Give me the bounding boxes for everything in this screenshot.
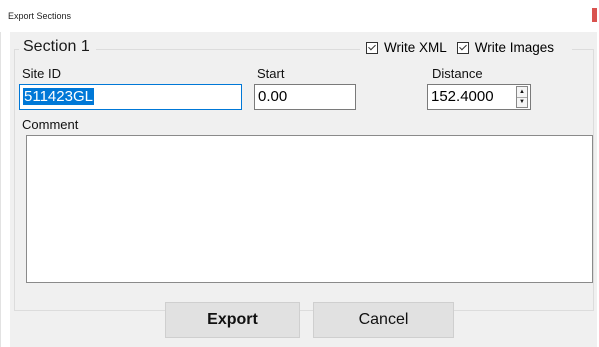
checkbox-checked-icon	[366, 41, 378, 54]
section-title: Section 1	[19, 38, 96, 56]
start-label: Start	[257, 66, 285, 81]
write-images-checkbox[interactable]: Write Images	[456, 40, 555, 55]
comment-textarea[interactable]	[26, 135, 593, 283]
write-xml-checkbox[interactable]: Write XML	[366, 40, 447, 55]
window-left-edge	[0, 0, 1, 347]
close-icon[interactable]	[592, 8, 597, 22]
distance-value: 152.4000	[431, 88, 494, 105]
site-id-label: Site ID	[22, 66, 62, 81]
export-button[interactable]: Export	[165, 302, 300, 338]
write-images-label: Write Images	[474, 40, 555, 55]
distance-label: Distance	[432, 66, 483, 81]
write-xml-label: Write XML	[384, 40, 447, 55]
comment-label: Comment	[22, 117, 79, 132]
site-id-input[interactable]: 511423GL	[19, 84, 242, 110]
start-value: 0.00	[258, 88, 288, 105]
window-title: Export Sections	[8, 11, 72, 21]
cancel-button[interactable]: Cancel	[313, 302, 454, 338]
options-row: Write XML Write Images	[360, 40, 573, 55]
spin-down-icon[interactable]: ▼	[517, 97, 527, 107]
title-bar: Export Sections	[0, 0, 599, 32]
site-id-value: 511423GL	[23, 88, 94, 105]
distance-spinner[interactable]: ▲ ▼	[516, 86, 528, 108]
start-input[interactable]: 0.00	[254, 84, 356, 110]
checkbox-checked-icon	[456, 41, 469, 54]
